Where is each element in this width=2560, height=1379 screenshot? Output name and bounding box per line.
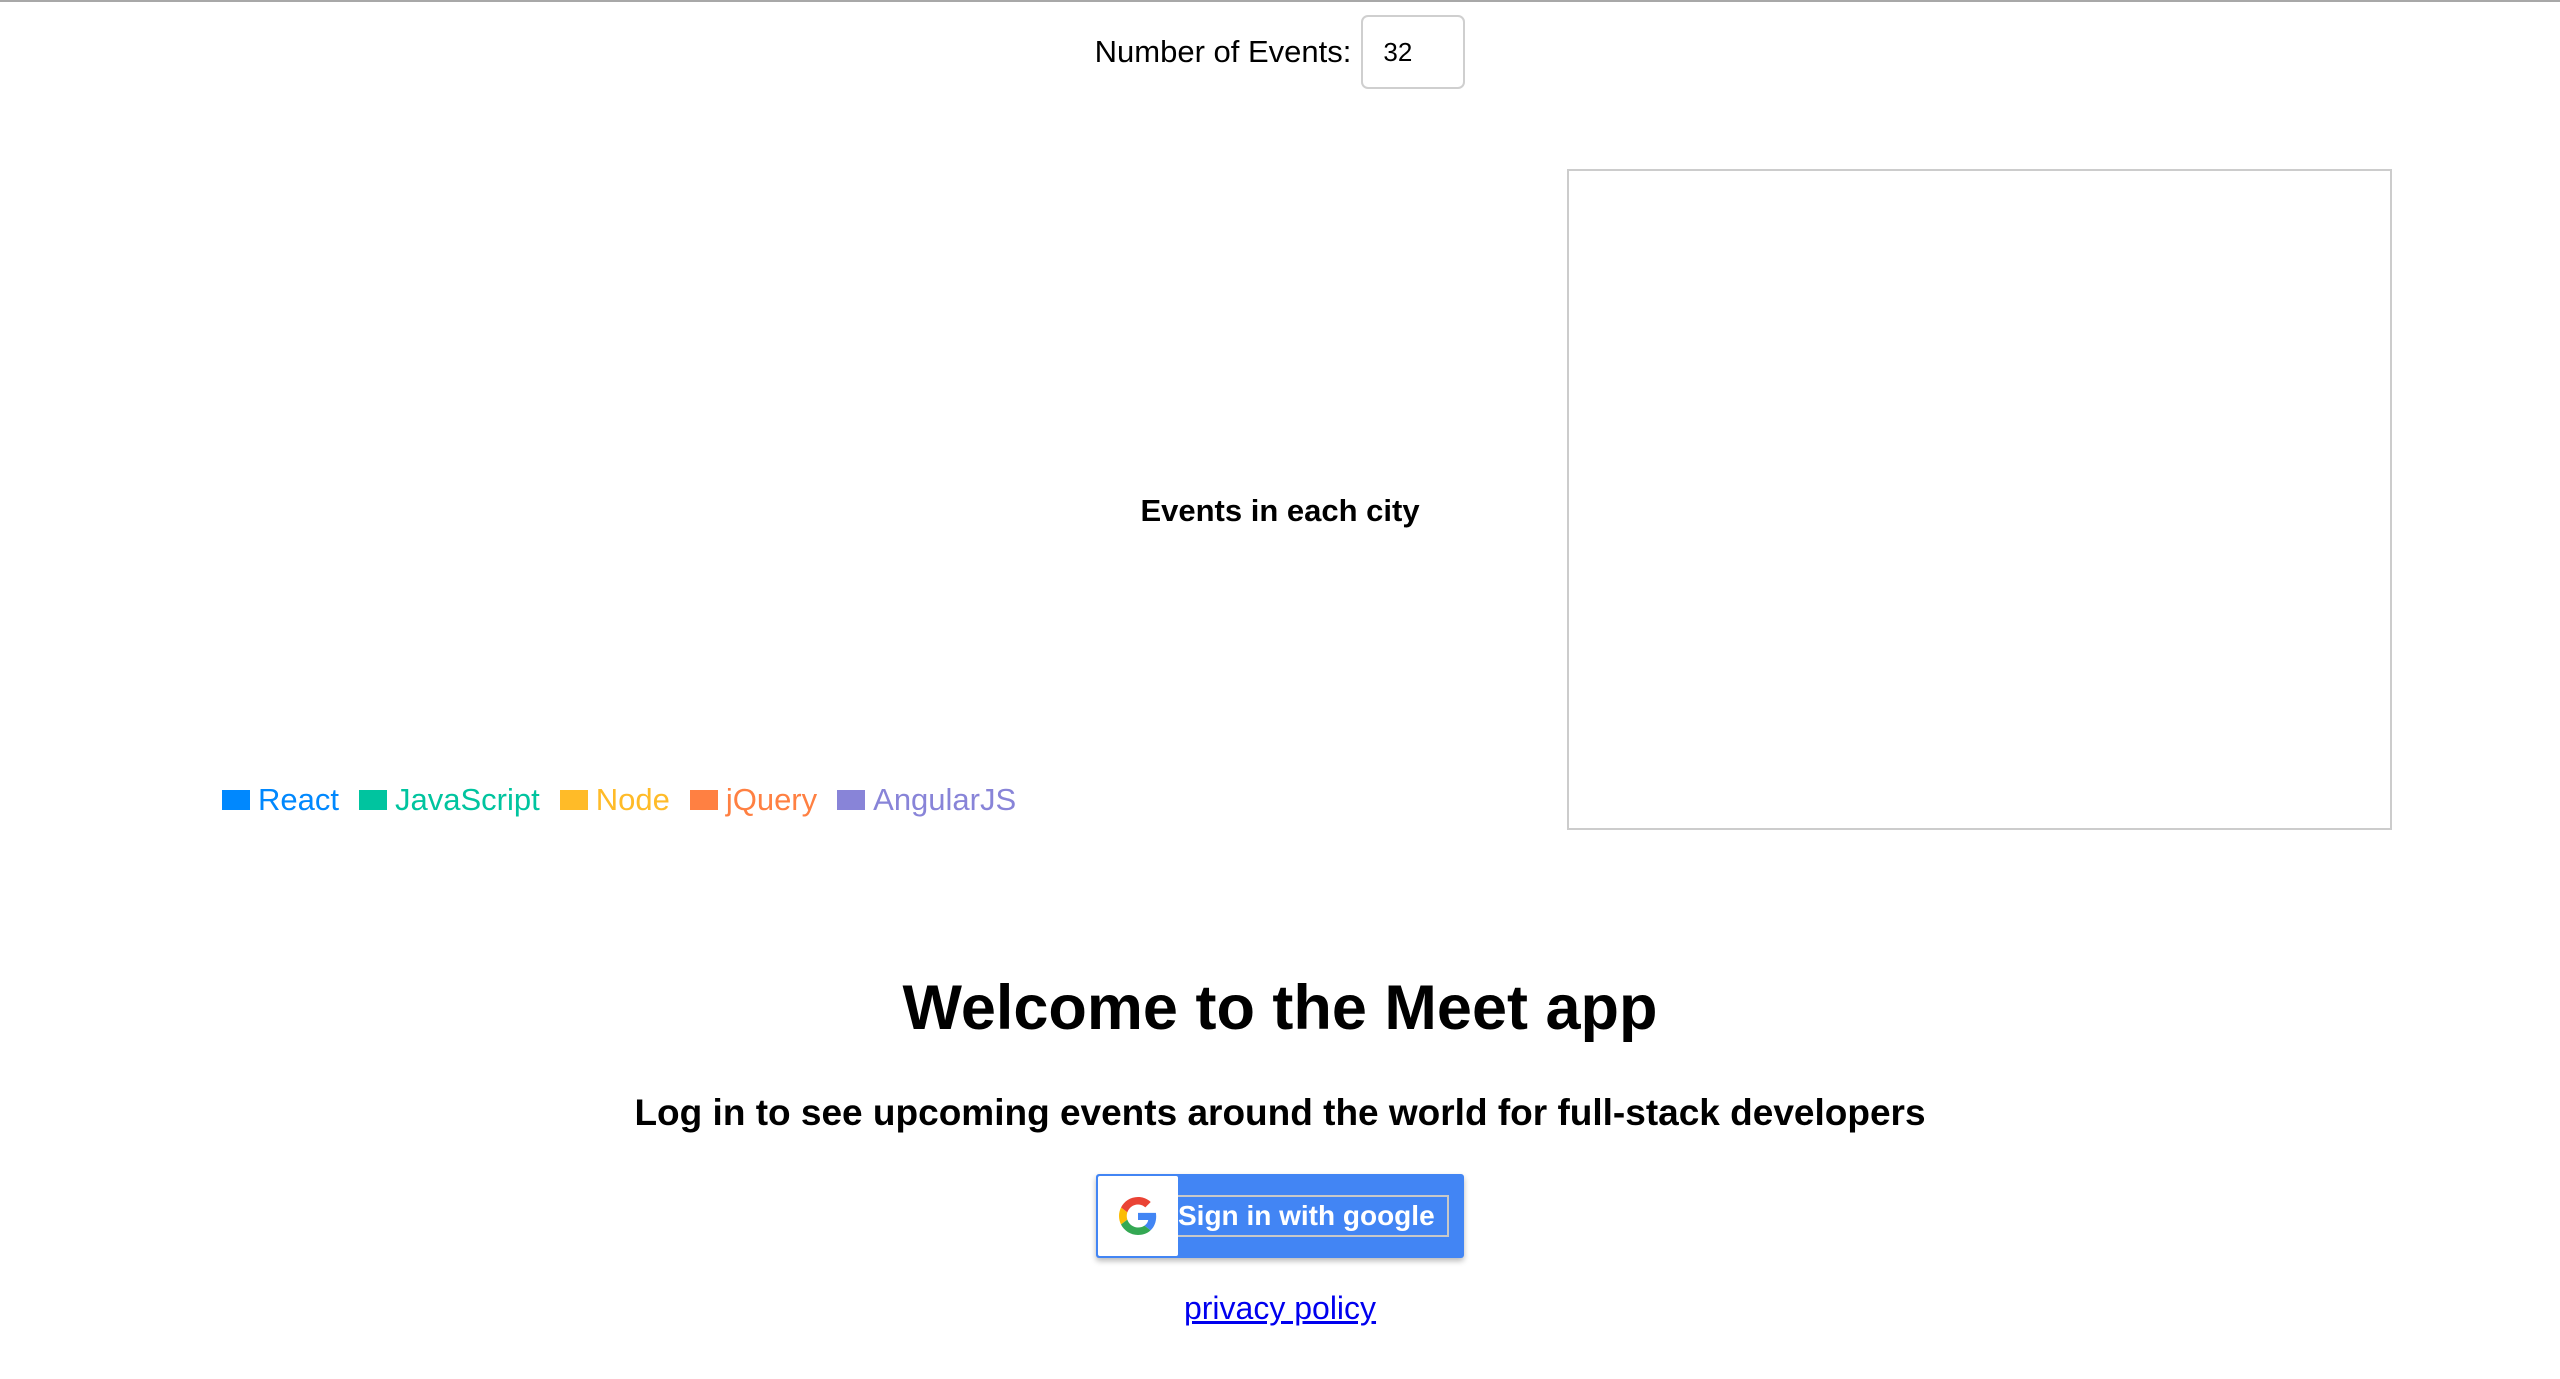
legend-label-javascript: JavaScript	[394, 782, 540, 817]
number-of-events-input[interactable]	[1361, 15, 1466, 89]
google-icon-container	[1098, 1176, 1178, 1256]
genre-legend: React JavaScript Node jQuery AngularJS	[222, 782, 1016, 818]
google-g-icon	[1119, 1197, 1157, 1235]
legend-item-javascript[interactable]: JavaScript	[358, 782, 540, 818]
legend-item-node[interactable]: Node	[559, 782, 670, 818]
legend-swatch-jquery	[689, 790, 718, 810]
privacy-policy-container: privacy policy	[0, 1290, 2560, 1327]
legend-label-jquery: jQuery	[725, 782, 818, 817]
number-of-events-label: Number of Events:	[1094, 34, 1352, 69]
pie-chart-title: Events in each city	[1140, 493, 1420, 528]
google-sign-in-label: Sign in with google	[1178, 1195, 1449, 1237]
scatter-chart-area	[1567, 169, 2392, 830]
legend-swatch-node	[559, 790, 588, 810]
legend-swatch-javascript	[358, 790, 387, 810]
legend-item-angularjs[interactable]: AngularJS	[837, 782, 1016, 818]
legend-swatch-react	[222, 790, 250, 810]
google-sign-in-button[interactable]: Sign in with google	[1096, 1174, 1464, 1258]
welcome-subtitle: Log in to see upcoming events around the…	[634, 1092, 1926, 1133]
legend-item-jquery[interactable]: jQuery	[689, 782, 818, 818]
privacy-policy-link[interactable]: privacy policy	[1184, 1290, 1376, 1326]
legend-label-node: Node	[595, 782, 670, 817]
welcome-title: Welcome to the Meet app	[902, 973, 1658, 1043]
top-divider	[0, 0, 2560, 2]
number-of-events-row: Number of Events:	[0, 14, 2560, 90]
legend-item-react[interactable]: React	[222, 782, 339, 818]
legend-label-react: React	[258, 782, 339, 817]
legend-swatch-angularjs	[837, 790, 866, 810]
legend-label-angularjs: AngularJS	[873, 782, 1017, 817]
